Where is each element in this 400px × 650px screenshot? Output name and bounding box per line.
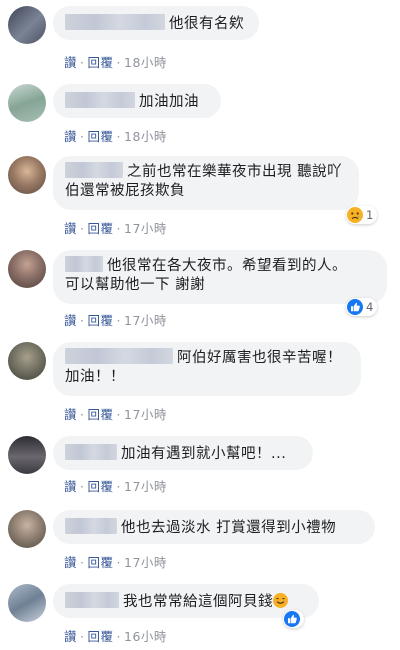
reply-link[interactable]: 回覆 [88, 129, 114, 144]
comment-time[interactable]: 17小時 [124, 313, 167, 328]
reaction-badge[interactable] [283, 610, 304, 628]
comment-bubble: 之前也常在樂華夜市出現 聽說吖 伯還常被屁孩欺負 [53, 156, 359, 210]
comment-time[interactable]: 18小時 [124, 129, 167, 144]
reply-link[interactable]: 回覆 [88, 55, 114, 70]
like-link[interactable]: 讚 [64, 313, 77, 328]
avatar[interactable] [8, 584, 46, 622]
comment-bubble: 他也去過淡水 打賞還得到小禮物 [53, 510, 375, 544]
commenter-name-blurred[interactable] [65, 14, 165, 30]
avatar[interactable] [8, 84, 46, 122]
comment-time[interactable]: 17小時 [124, 407, 167, 422]
like-link[interactable]: 讚 [64, 555, 77, 570]
like-link[interactable]: 讚 [64, 407, 77, 422]
avatar[interactable] [8, 342, 46, 380]
comment-actions: 讚 · 回覆 · 17小時 [64, 221, 167, 236]
reply-link[interactable]: 回覆 [88, 221, 114, 236]
comment-text: 阿伯好厲害也很辛苦喔！ 加油！！ [65, 348, 342, 385]
comment-text: 加油有遇到就小幫吧！... [121, 446, 287, 462]
like-link[interactable]: 讚 [64, 479, 77, 494]
comment-bubble: 我也常常給這個阿貝錢 [53, 584, 319, 618]
comment-actions: 讚 · 回覆 · 17小時 [64, 555, 167, 570]
reply-link[interactable]: 回覆 [88, 555, 114, 570]
comment-bubble: 阿伯好厲害也很辛苦喔！ 加油！！ [53, 342, 361, 396]
avatar[interactable] [8, 6, 46, 44]
reply-link[interactable]: 回覆 [88, 629, 114, 644]
like-reaction-icon [347, 299, 363, 315]
comment-time[interactable]: 17小時 [124, 479, 167, 494]
sad-reaction-icon [347, 207, 363, 223]
commenter-name-blurred[interactable] [65, 256, 103, 272]
reply-link[interactable]: 回覆 [88, 479, 114, 494]
like-link[interactable]: 讚 [64, 629, 77, 644]
smile-emoji-icon [273, 593, 288, 608]
commenter-name-blurred[interactable] [65, 162, 123, 178]
comment-actions: 讚 · 回覆 · 16小時 [64, 629, 167, 644]
comment-bubble: 他很有名欸 [53, 6, 259, 40]
like-link[interactable]: 讚 [64, 55, 77, 70]
commenter-name-blurred[interactable] [65, 92, 135, 108]
commenter-name-blurred[interactable] [65, 592, 119, 608]
comment-bubble: 加油有遇到就小幫吧！... [53, 436, 313, 470]
comment-bubble: 加油加油 [53, 84, 221, 118]
comment-actions: 讚 · 回覆 · 17小時 [64, 407, 167, 422]
reply-link[interactable]: 回覆 [88, 313, 114, 328]
comment-actions: 讚 · 回覆 · 18小時 [64, 55, 167, 70]
comment-text: 他也去過淡水 打賞還得到小禮物 [121, 520, 337, 536]
comment-bubble: 他很常在各大夜市。希望看到的人。 可以幫助他一下 謝謝 [53, 250, 387, 304]
comment-text: 他很常在各大夜市。希望看到的人。 可以幫助他一下 謝謝 [65, 256, 347, 293]
reaction-badge[interactable]: 4 [346, 298, 378, 316]
like-link[interactable]: 讚 [64, 221, 77, 236]
like-link[interactable]: 讚 [64, 129, 77, 144]
commenter-name-blurred[interactable] [65, 444, 117, 460]
avatar[interactable] [8, 250, 46, 288]
reaction-badge[interactable]: 1 [346, 206, 378, 224]
reply-link[interactable]: 回覆 [88, 407, 114, 422]
comment-actions: 讚 · 回覆 · 17小時 [64, 313, 167, 328]
avatar[interactable] [8, 510, 46, 548]
comment-time[interactable]: 17小時 [124, 555, 167, 570]
comment-time[interactable]: 18小時 [124, 55, 167, 70]
comment-time[interactable]: 17小時 [124, 221, 167, 236]
comment-text: 我也常常給這個阿貝錢 [123, 594, 273, 610]
avatar[interactable] [8, 436, 46, 474]
commenter-name-blurred[interactable] [65, 518, 117, 534]
comment-text: 他很有名欸 [169, 16, 244, 32]
comment-text: 之前也常在樂華夜市出現 聽說吖 伯還常被屁孩欺負 [65, 162, 343, 199]
avatar[interactable] [8, 156, 46, 194]
comment-text: 加油加油 [139, 94, 199, 110]
reaction-count: 1 [366, 208, 374, 222]
comment-actions: 讚 · 回覆 · 18小時 [64, 129, 167, 144]
commenter-name-blurred[interactable] [65, 348, 173, 364]
comment-time[interactable]: 16小時 [124, 629, 167, 644]
reaction-count: 4 [366, 300, 374, 314]
comment-actions: 讚 · 回覆 · 17小時 [64, 479, 167, 494]
like-reaction-icon [284, 611, 300, 627]
